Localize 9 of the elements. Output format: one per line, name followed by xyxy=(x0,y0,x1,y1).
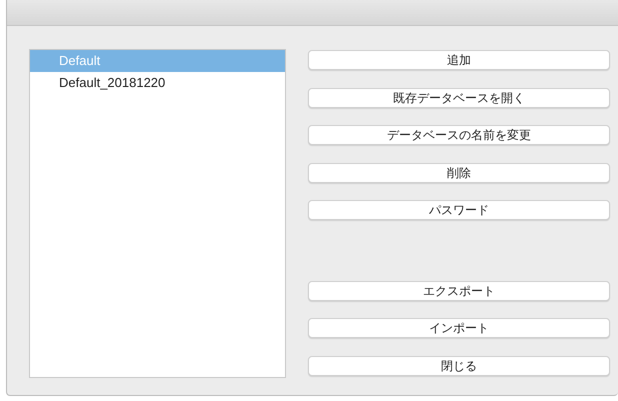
action-button[interactable]: 追加 xyxy=(308,50,610,70)
action-button[interactable]: インポート xyxy=(308,318,610,338)
action-button[interactable]: パスワード xyxy=(308,200,610,220)
database-item[interactable]: Default_20181220 xyxy=(30,72,285,94)
action-button[interactable]: 削除 xyxy=(308,162,610,182)
action-button[interactable]: 閉じる xyxy=(308,356,610,376)
action-button[interactable]: データベースの名前を変更 xyxy=(308,125,610,145)
action-button[interactable]: 既存データベースを開く xyxy=(308,88,610,108)
action-button[interactable]: エクスポート xyxy=(308,280,610,300)
